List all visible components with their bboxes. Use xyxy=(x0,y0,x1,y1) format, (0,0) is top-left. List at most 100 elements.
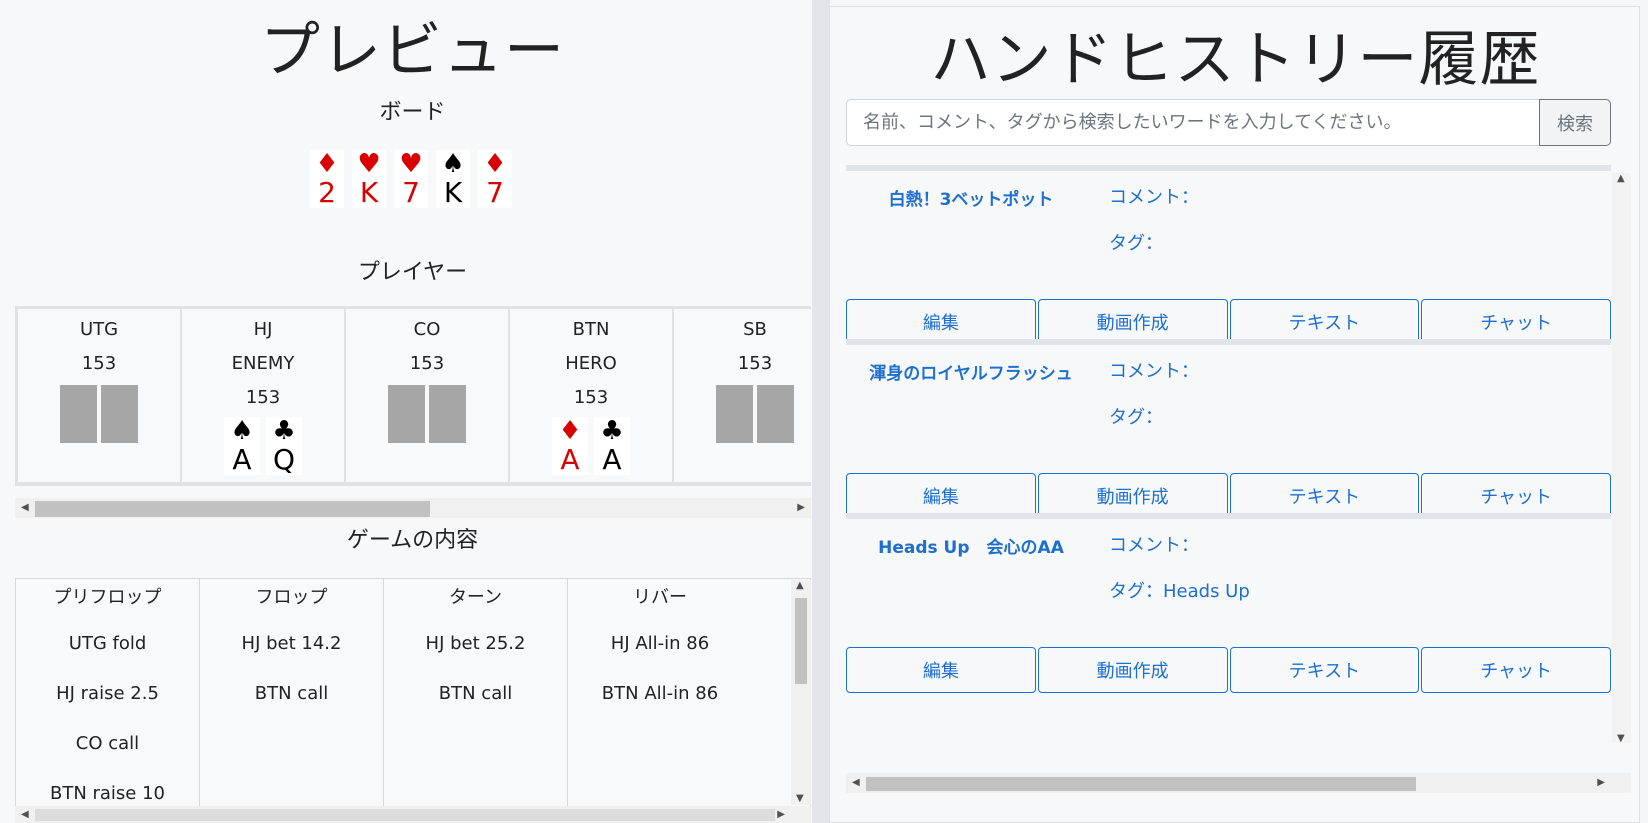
diamond-icon: ♦ xyxy=(558,416,582,446)
board-title: ボード xyxy=(379,100,446,125)
create-video-button[interactable]: 動画作成 xyxy=(1037,647,1228,693)
scrollbar-thumb[interactable] xyxy=(795,598,807,684)
hidden-cards xyxy=(346,385,508,443)
player-box-co: CO 153 xyxy=(346,309,508,482)
entry-comment: コメント： xyxy=(1109,361,1199,382)
search-input[interactable] xyxy=(846,99,1539,146)
street-column-river: リバー HJ All-in 86 BTN All-in 86 xyxy=(568,579,752,809)
hole-cards: ♦ A ♣ A xyxy=(510,417,672,475)
scroll-left-arrow-icon[interactable]: ◀ xyxy=(21,806,29,823)
card-back xyxy=(101,385,138,443)
hole-card: ♠ A xyxy=(224,417,260,475)
card-rank: A xyxy=(602,443,622,476)
player-stack: 153 xyxy=(409,353,445,374)
scrollbar-thumb[interactable] xyxy=(35,809,775,821)
edit-button[interactable]: 編集 xyxy=(846,647,1036,693)
player-name: HERO xyxy=(565,353,617,374)
action-item: BTN call xyxy=(438,683,513,704)
player-position: HJ xyxy=(253,319,273,340)
card-rank: K xyxy=(443,176,463,209)
scroll-right-arrow-icon[interactable]: ▶ xyxy=(777,806,785,823)
player-stack: 153 xyxy=(573,387,609,408)
history-entry: Heads Up 会心のAA コメント： タグ：Heads Up 編集 動画作成… xyxy=(846,513,1611,696)
player-name: ENEMY xyxy=(231,353,295,374)
history-vertical-scrollbar[interactable]: ▲ ▼ xyxy=(1612,173,1631,744)
scrollbar-thumb[interactable] xyxy=(866,777,1416,791)
card-rank: 2 xyxy=(318,176,336,209)
scroll-right-arrow-icon[interactable]: ▶ xyxy=(797,498,805,518)
scroll-left-arrow-icon[interactable]: ◀ xyxy=(21,498,29,518)
suit-icon: ♥ xyxy=(399,149,423,179)
club-icon: ♣ xyxy=(272,416,296,446)
card-back xyxy=(388,385,425,443)
history-entry: 白熱！3ベットポット コメント： タグ： 編集 動画作成 テキスト チャット xyxy=(846,165,1611,348)
action-item: CO call xyxy=(75,733,140,754)
entry-name[interactable]: 渾身のロイヤルフラッシュ xyxy=(866,359,1076,384)
scroll-up-arrow-icon[interactable]: ▲ xyxy=(1617,169,1625,189)
player-box-sb: SB 153 xyxy=(674,309,811,482)
player-position: SB xyxy=(743,319,767,340)
street-column-turn: ターン HJ bet 25.2 BTN call xyxy=(384,579,568,809)
suit-icon: ♦ xyxy=(315,149,339,179)
card-back xyxy=(60,385,97,443)
club-icon: ♣ xyxy=(600,416,624,446)
history-title: ハンドヒストリー履歴 xyxy=(930,25,1541,95)
hidden-cards xyxy=(674,385,811,443)
players-title: プレイヤー xyxy=(357,260,468,285)
card-back xyxy=(429,385,466,443)
spade-icon: ♠ xyxy=(230,416,254,446)
search-bar: 検索 xyxy=(846,99,1611,146)
search-button[interactable]: 検索 xyxy=(1539,99,1611,146)
panel-divider xyxy=(812,0,830,823)
action-item: HJ bet 25.2 xyxy=(425,633,526,654)
history-entry: 渾身のロイヤルフラッシュ コメント： タグ： 編集 動画作成 テキスト チャット xyxy=(846,339,1611,522)
scroll-left-arrow-icon[interactable]: ◀ xyxy=(852,773,860,793)
hidden-cards xyxy=(18,385,180,443)
scroll-right-arrow-icon[interactable]: ▶ xyxy=(1597,773,1605,793)
action-item: HJ bet 14.2 xyxy=(241,633,342,654)
board-cards: ♦ 2 ♥ K ♥ 7 ♠ K ♦ 7 xyxy=(310,150,512,210)
hole-card: ♦ A xyxy=(552,417,588,475)
card-back xyxy=(716,385,753,443)
card-rank: 7 xyxy=(402,176,420,209)
street-label: プリフロップ xyxy=(53,587,162,608)
card-rank: A xyxy=(232,443,252,476)
street-label: フロップ xyxy=(255,587,328,608)
scrollbar-thumb[interactable] xyxy=(35,501,430,517)
suit-icon: ♦ xyxy=(483,149,507,179)
game-actions-table: プリフロップ UTG fold HJ raise 2.5 CO call BTN… xyxy=(15,578,811,810)
player-stack: 153 xyxy=(81,353,117,374)
player-position: CO xyxy=(413,319,441,340)
street-column-flop: フロップ HJ bet 14.2 BTN call xyxy=(200,579,384,809)
entry-name[interactable]: Heads Up 会心のAA xyxy=(866,533,1076,558)
card-rank: K xyxy=(359,176,379,209)
scroll-down-arrow-icon[interactable]: ▼ xyxy=(1617,729,1625,749)
player-stack: 153 xyxy=(737,353,773,374)
action-item: HJ raise 2.5 xyxy=(56,683,159,704)
board-card: ♦ 7 xyxy=(478,150,512,208)
street-label: ターン xyxy=(448,587,503,608)
game-title: ゲームの内容 xyxy=(346,528,479,553)
player-box-hj: HJ ENEMY 153 ♠ A ♣ Q xyxy=(182,309,344,482)
player-box-utg: UTG 153 xyxy=(18,309,180,482)
hole-card: ♣ Q xyxy=(266,417,302,475)
history-horizontal-scrollbar[interactable]: ◀ ▶ xyxy=(846,773,1631,793)
entry-name[interactable]: 白熱！3ベットポット xyxy=(866,185,1076,210)
player-position: BTN xyxy=(572,319,610,340)
preview-title: プレビュー xyxy=(260,16,565,86)
text-button[interactable]: テキスト xyxy=(1229,647,1420,693)
players-horizontal-scrollbar[interactable]: ◀ ▶ xyxy=(15,498,811,518)
scroll-up-arrow-icon[interactable]: ▲ xyxy=(796,576,804,596)
player-position: UTG xyxy=(79,319,119,340)
action-item: UTG fold xyxy=(68,633,147,654)
action-item: HJ All-in 86 xyxy=(610,633,710,654)
card-back xyxy=(757,385,794,443)
chat-button[interactable]: チャット xyxy=(1421,647,1611,693)
game-horizontal-scrollbar[interactable]: ◀ ▶ xyxy=(15,806,811,823)
player-stack: 153 xyxy=(245,387,281,408)
entry-comment: コメント： xyxy=(1109,187,1199,208)
card-rank: A xyxy=(560,443,580,476)
suit-icon: ♠ xyxy=(441,149,465,179)
action-item: BTN call xyxy=(254,683,329,704)
game-vertical-scrollbar[interactable]: ▲ ▼ xyxy=(791,580,811,805)
